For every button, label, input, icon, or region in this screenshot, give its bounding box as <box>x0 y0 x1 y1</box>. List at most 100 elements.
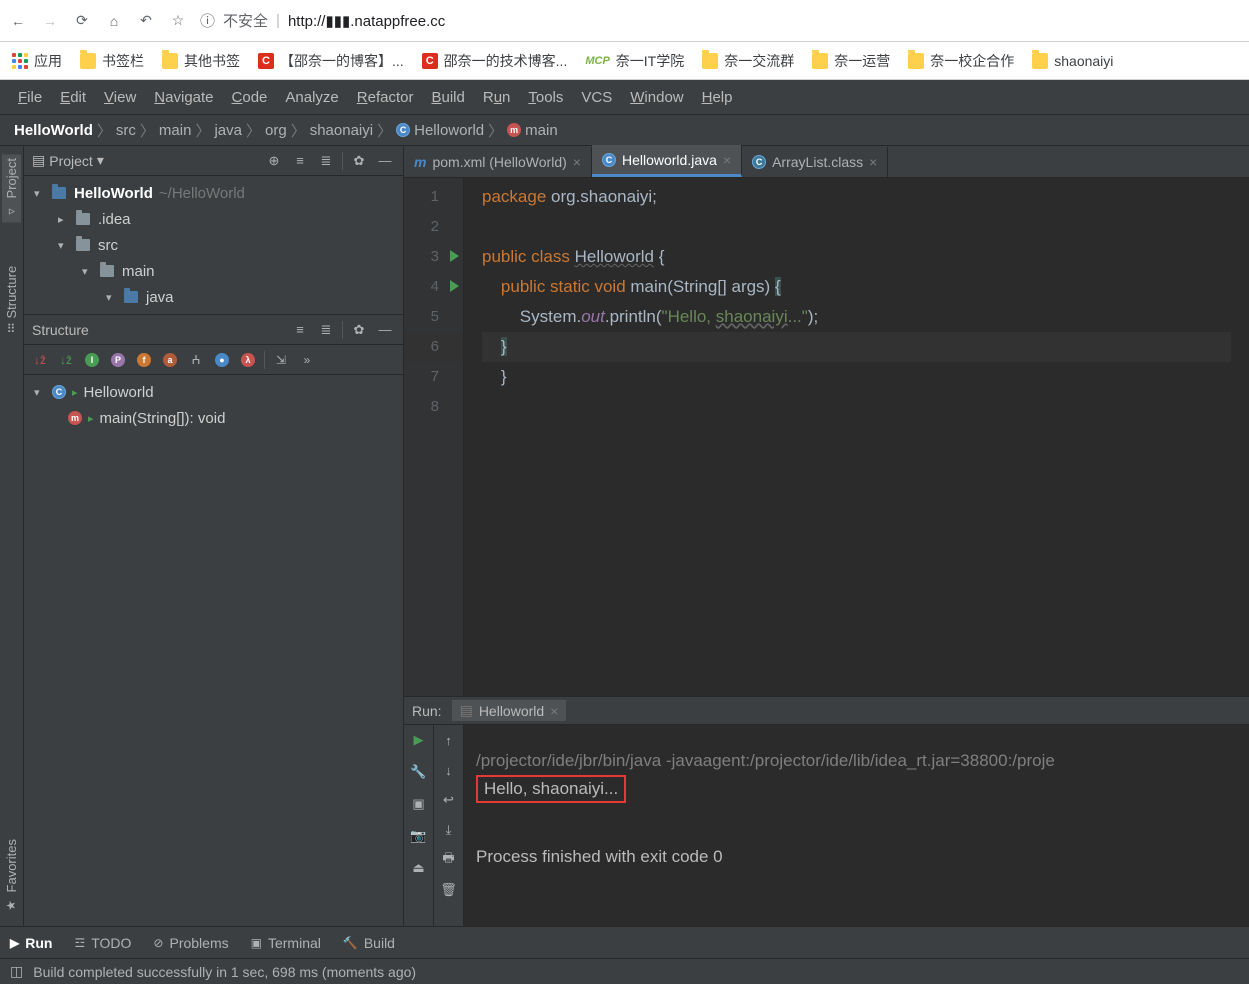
soft-wrap-icon[interactable]: ↩ <box>440 791 458 809</box>
bookmark-folder-6[interactable]: shaonaiyi <box>1032 53 1113 69</box>
locate-icon[interactable]: ⊕ <box>264 151 284 171</box>
editor-tab-helloworld[interactable]: CHelloworld.java× <box>592 145 742 177</box>
console-output[interactable]: /projector/ide/jbr/bin/java -javaagent:/… <box>464 725 1249 926</box>
down-icon[interactable]: ↓ <box>440 761 458 779</box>
filter-icon[interactable]: ⵄ <box>186 350 206 370</box>
structure-class[interactable]: ▾C▸ Helloworld <box>24 379 403 405</box>
collapse-all-icon[interactable]: ≣ <box>316 151 336 171</box>
filter-icon[interactable]: I <box>82 350 102 370</box>
bottom-tab-todo[interactable]: ☲TODO <box>74 935 131 951</box>
windows-icon[interactable]: ◫ <box>10 963 23 980</box>
stop-icon[interactable]: ▣ <box>410 795 428 813</box>
menu-analyze[interactable]: Analyze <box>277 85 346 110</box>
filter-icon[interactable]: ● <box>212 350 232 370</box>
menu-window[interactable]: Window <box>622 85 691 110</box>
menu-run[interactable]: Run <box>475 85 519 110</box>
project-view-selector[interactable]: ▤Project▾ <box>32 152 258 169</box>
editor-gutter[interactable]: 1 2 3 4 5 6 7 8 <box>404 178 464 696</box>
back-button[interactable]: ← <box>8 11 28 31</box>
bottom-tab-run[interactable]: ▶Run <box>10 935 52 951</box>
tool-tab-structure[interactable]: ⠿Structure <box>2 262 21 338</box>
bookmark-folder-5[interactable]: 奈一校企合作 <box>908 51 1014 71</box>
sort-visibility-icon[interactable]: ↓ẑ <box>56 350 76 370</box>
breadcrumb-item[interactable]: main <box>159 122 192 139</box>
undo-nav-button[interactable]: ↶ <box>136 11 156 31</box>
home-button[interactable]: ⌂ <box>104 11 124 31</box>
close-icon[interactable]: × <box>550 703 558 719</box>
close-icon[interactable]: × <box>723 152 731 168</box>
menu-vcs[interactable]: VCS <box>573 85 620 110</box>
bookmark-folder-2[interactable]: 其他书签 <box>162 51 240 71</box>
bookmark-star-button[interactable]: ☆ <box>168 11 188 31</box>
exit-icon[interactable]: ⏏ <box>410 859 428 877</box>
bookmark-link-2[interactable]: C邵奈一的技术博客... <box>422 51 568 71</box>
close-icon[interactable]: × <box>573 154 581 170</box>
run-tab[interactable]: ▤Helloworld× <box>452 700 567 721</box>
breadcrumb-item[interactable]: shaonaiyi <box>310 122 373 139</box>
breadcrumb-root[interactable]: HelloWorld <box>14 122 93 139</box>
scroll-end-icon[interactable]: ⤓ <box>440 821 458 839</box>
breadcrumb-item[interactable]: org <box>265 122 287 139</box>
menu-edit[interactable]: Edit <box>52 85 94 110</box>
expand-icon[interactable]: ≡ <box>290 320 310 340</box>
menu-file[interactable]: File <box>10 85 50 110</box>
filter-icon[interactable]: a <box>160 350 180 370</box>
reload-button[interactable]: ⟳ <box>72 11 92 31</box>
tree-node-idea[interactable]: ▸.idea <box>24 206 403 232</box>
bookmark-folder-4[interactable]: 奈一运营 <box>812 51 890 71</box>
menu-tools[interactable]: Tools <box>520 85 571 110</box>
bookmark-folder-3[interactable]: 奈一交流群 <box>702 51 794 71</box>
structure-tree[interactable]: ▾C▸ Helloworld m▸ main(String[]): void <box>24 375 403 435</box>
gear-icon[interactable]: ✿ <box>349 320 369 340</box>
tool-tab-favorites[interactable]: ★Favorites <box>2 835 21 916</box>
filter-icon[interactable]: P <box>108 350 128 370</box>
editor-body[interactable]: 1 2 3 4 5 6 7 8 package org.shaonaiyi; p… <box>404 178 1249 696</box>
close-icon[interactable]: × <box>869 154 877 170</box>
bookmark-link-1[interactable]: C【邵奈一的博客】... <box>258 51 404 71</box>
hide-icon[interactable]: — <box>375 320 395 340</box>
bottom-tab-build[interactable]: 🔨Build <box>343 935 395 951</box>
up-icon[interactable]: ↑ <box>440 731 458 749</box>
tree-node-src[interactable]: ▾src <box>24 232 403 258</box>
tree-root[interactable]: ▾ HelloWorld ~/HelloWorld <box>24 180 403 206</box>
apps-button[interactable]: 应用 <box>12 51 62 71</box>
address-bar[interactable]: ⓘ 不安全 | http://▮▮▮.natappfree.cc <box>200 10 1241 31</box>
bottom-tab-terminal[interactable]: ▣Terminal <box>251 935 321 951</box>
trash-icon[interactable]: 🗑 <box>440 881 458 899</box>
bottom-tab-problems[interactable]: ⊘Problems <box>153 935 228 951</box>
run-gutter-icon[interactable] <box>450 280 459 292</box>
rerun-icon[interactable]: ▶ <box>410 731 428 749</box>
autoscroll-icon[interactable]: ⇲ <box>271 350 291 370</box>
menu-build[interactable]: Build <box>423 85 472 110</box>
menu-refactor[interactable]: Refactor <box>349 85 422 110</box>
tree-node-java[interactable]: ▾java <box>24 284 403 310</box>
tree-node-main[interactable]: ▾main <box>24 258 403 284</box>
breadcrumb-method[interactable]: mmain <box>507 122 558 139</box>
hide-icon[interactable]: — <box>375 151 395 171</box>
menu-code[interactable]: Code <box>224 85 276 110</box>
gear-icon[interactable]: ✿ <box>349 151 369 171</box>
filter-icon[interactable]: f <box>134 350 154 370</box>
editor-tab-arraylist[interactable]: CArrayList.class× <box>742 147 888 177</box>
structure-method[interactable]: m▸ main(String[]): void <box>24 405 403 431</box>
forward-button[interactable]: → <box>40 11 60 31</box>
more-icon[interactable]: » <box>297 350 317 370</box>
editor-tab-pom[interactable]: mpom.xml (HelloWorld)× <box>404 147 592 177</box>
run-gutter-icon[interactable] <box>450 250 459 262</box>
filter-icon[interactable]: λ <box>238 350 258 370</box>
bookmark-link-3[interactable]: MCP奈一IT学院 <box>585 51 684 71</box>
tool-tab-project[interactable]: ▿Project <box>2 154 21 222</box>
camera-icon[interactable]: 📷 <box>410 827 428 845</box>
menu-navigate[interactable]: Navigate <box>146 85 221 110</box>
breadcrumb-item[interactable]: src <box>116 122 136 139</box>
sort-alpha-icon[interactable]: ↓ẑ <box>30 350 50 370</box>
menu-view[interactable]: View <box>96 85 144 110</box>
bookmark-folder-1[interactable]: 书签栏 <box>80 51 144 71</box>
breadcrumb-class[interactable]: CHelloworld <box>396 122 484 139</box>
code-area[interactable]: package org.shaonaiyi; public class Hell… <box>464 178 1249 696</box>
wrench-icon[interactable]: 🔧 <box>410 763 428 781</box>
breadcrumb-item[interactable]: java <box>214 122 242 139</box>
print-icon[interactable]: 🖶 <box>440 851 458 869</box>
menu-help[interactable]: Help <box>694 85 741 110</box>
project-tree[interactable]: ▾ HelloWorld ~/HelloWorld ▸.idea ▾src ▾m… <box>24 176 403 314</box>
